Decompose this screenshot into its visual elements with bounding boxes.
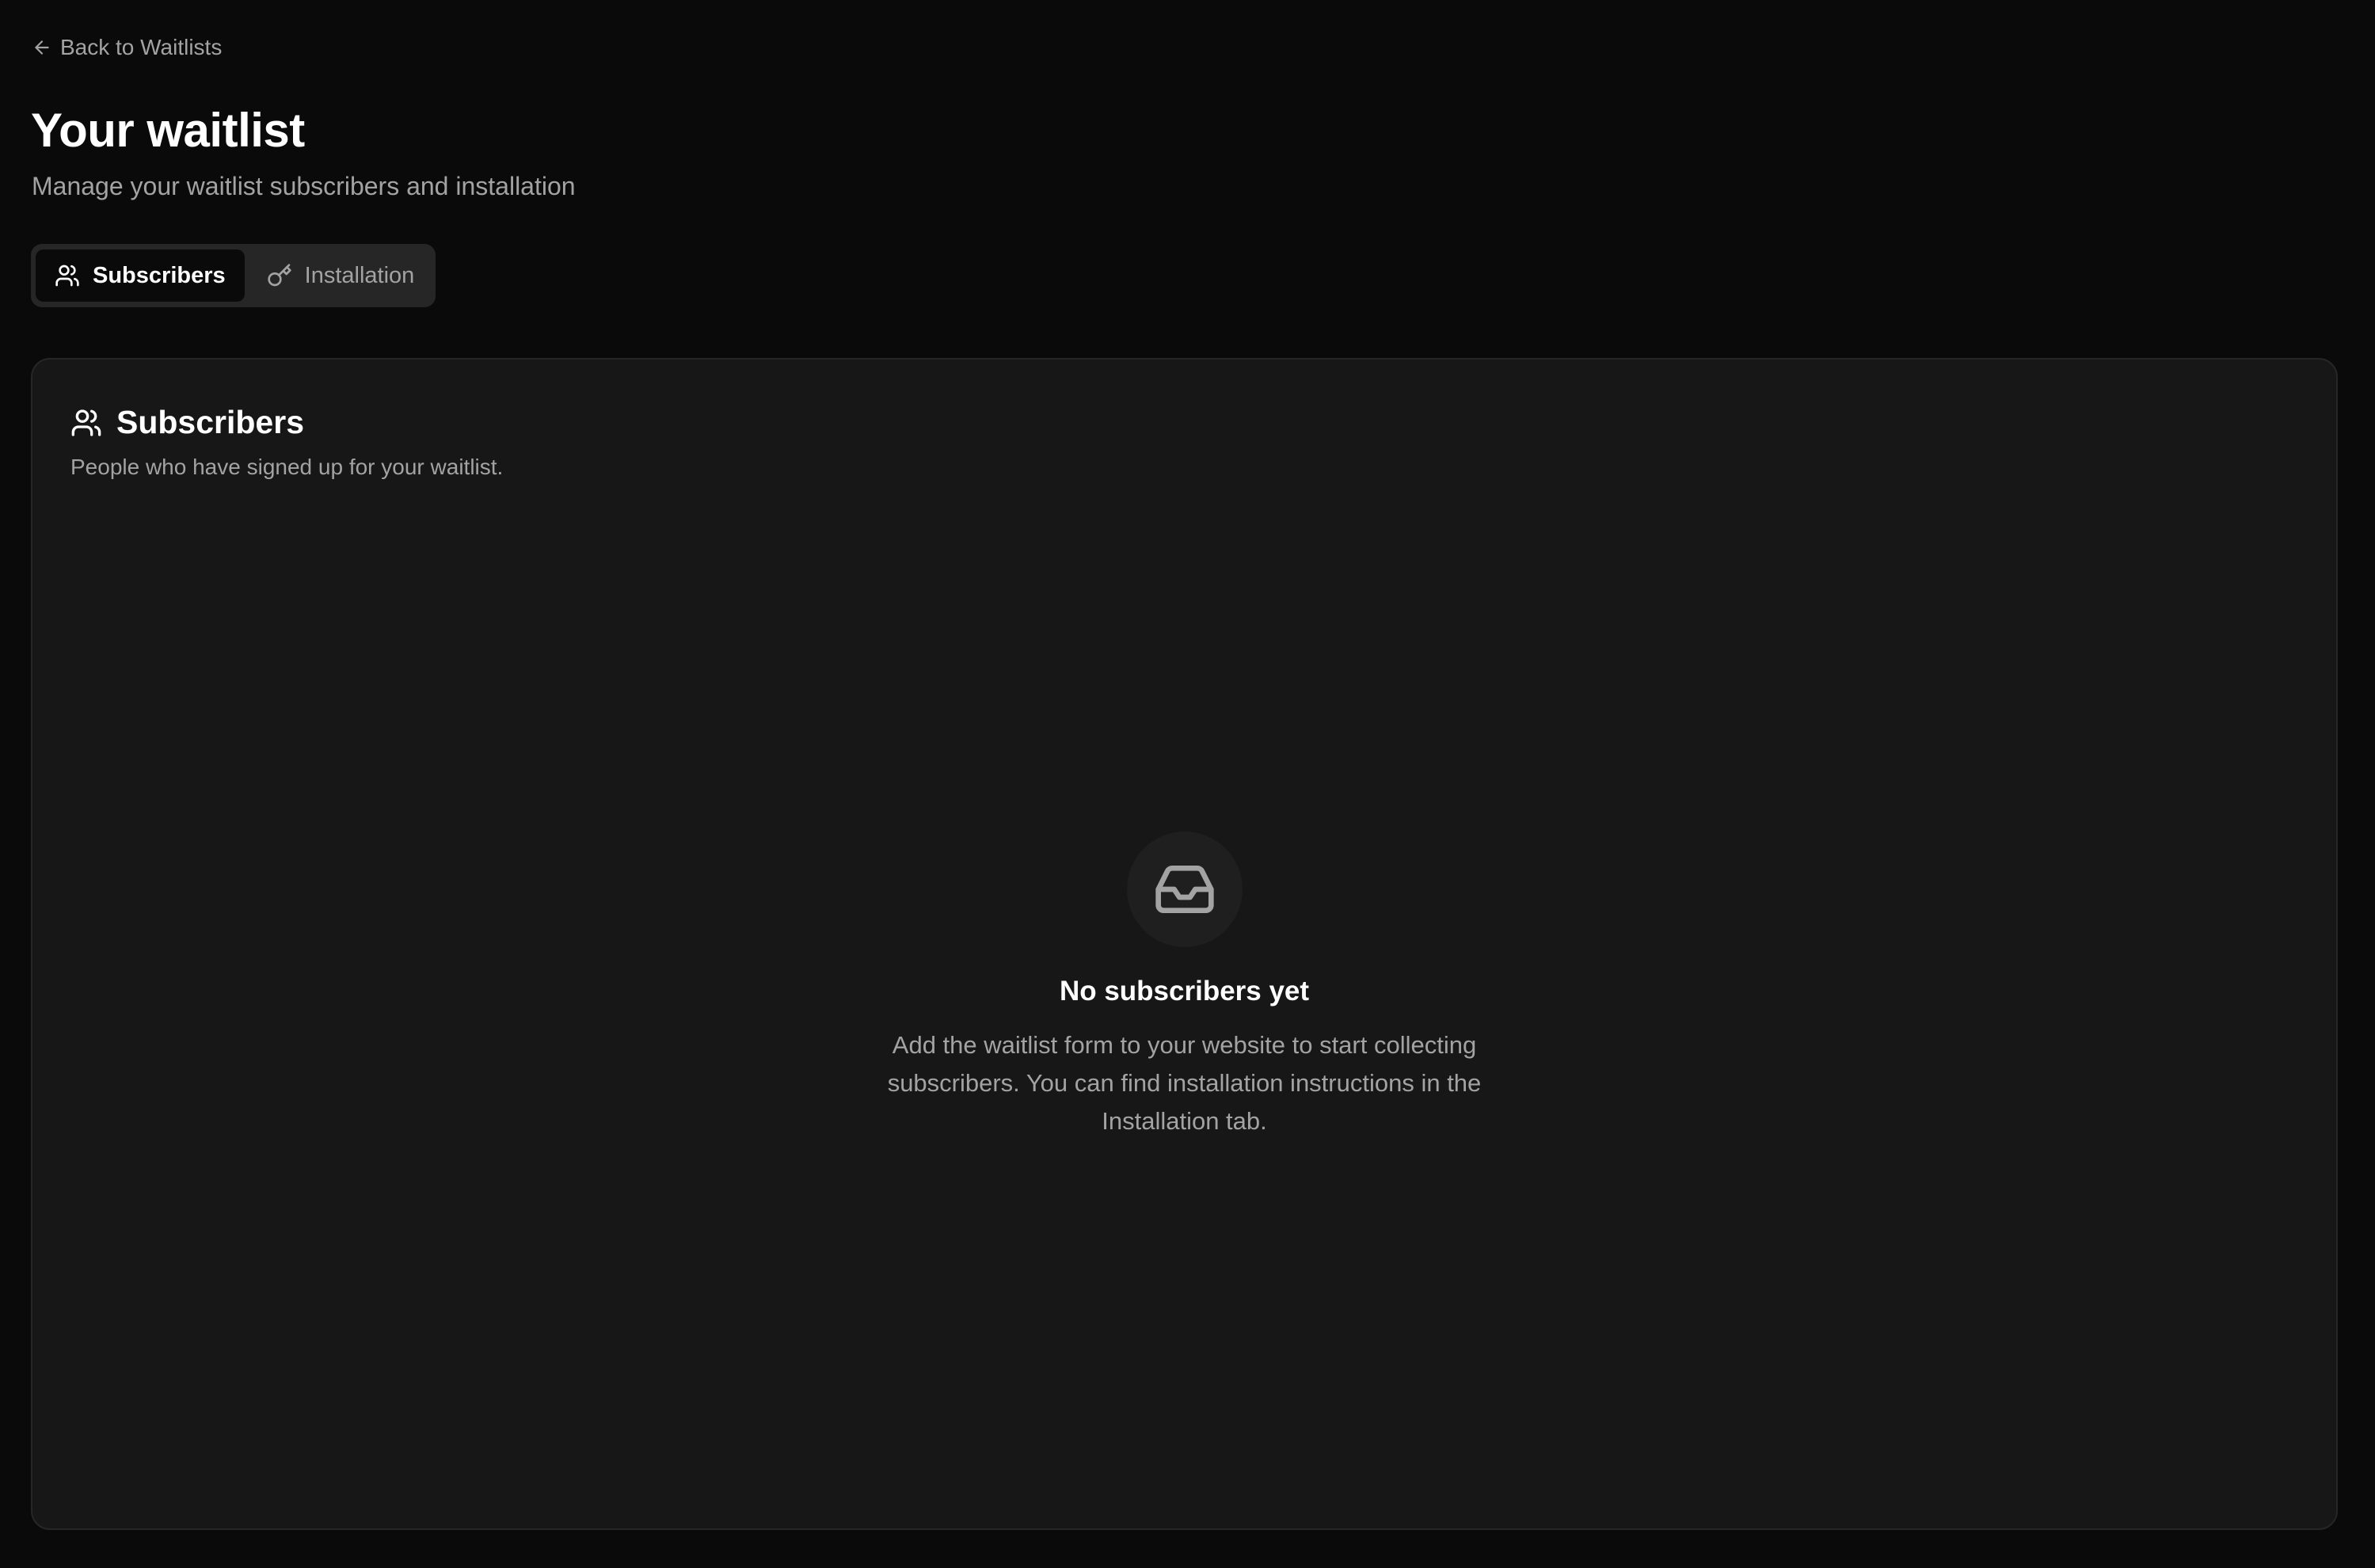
empty-state: No subscribers yet Add the waitlist form… <box>32 832 2336 1140</box>
users-icon <box>55 265 79 287</box>
waitlist-page: Back to Waitlists Your waitlist Manage y… <box>0 0 2375 1568</box>
card-header: Subscribers <box>70 404 304 441</box>
page-title: Your waitlist <box>31 104 305 157</box>
arrow-left-icon <box>35 40 49 55</box>
page-subtitle: Manage your waitlist subscribers and ins… <box>32 172 576 200</box>
tab-subscribers[interactable]: Subscribers <box>36 249 245 302</box>
key-icon <box>267 264 291 287</box>
back-to-waitlists-link[interactable]: Back to Waitlists <box>32 35 222 60</box>
empty-state-icon-container <box>1126 832 1243 947</box>
subscribers-card: Subscribers People who have signed up fo… <box>31 358 2338 1530</box>
tab-installation[interactable]: Installation <box>248 249 434 302</box>
tab-subscribers-label: Subscribers <box>93 262 226 288</box>
users-icon <box>71 409 101 436</box>
back-link-label: Back to Waitlists <box>60 35 223 59</box>
card-title: Subscribers <box>116 404 304 440</box>
tab-list: Subscribers Installation <box>31 244 436 307</box>
empty-state-title: No subscribers yet <box>1059 976 1310 1007</box>
tab-installation-label: Installation <box>304 262 415 288</box>
empty-state-message: Add the waitlist form to your website to… <box>887 1031 1482 1135</box>
inbox-icon <box>1155 866 1214 913</box>
card-description: People who have signed up for your waitl… <box>70 455 504 479</box>
